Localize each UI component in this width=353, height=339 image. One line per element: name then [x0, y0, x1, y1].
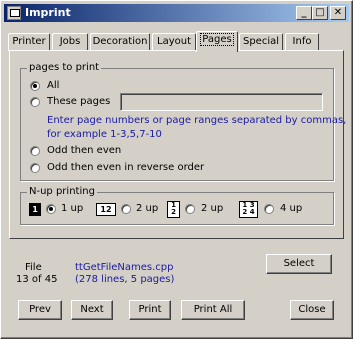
label-these-pages: These pages — [47, 96, 111, 107]
label-2-up-horizontal: 2 up — [136, 203, 159, 214]
maximize-button[interactable]: □ — [312, 6, 328, 20]
label-4-up: 4 up — [280, 203, 303, 214]
file-name: ttGetFileNames.cpp — [75, 262, 174, 273]
tab-decoration[interactable]: Decoration — [90, 33, 150, 51]
tab-printer[interactable]: Printer — [8, 33, 50, 51]
label-odd-even: Odd then even — [47, 145, 122, 156]
label-2-up-vertical: 2 up — [201, 203, 224, 214]
pages-group-legend: pages to print — [27, 62, 102, 73]
tab-layout[interactable]: Layout — [152, 33, 196, 51]
minimize-button[interactable]: _ — [296, 6, 312, 20]
hint-text-line1: Enter page numbers or page ranges separa… — [47, 115, 347, 126]
next-button[interactable]: Next — [71, 300, 113, 320]
these-pages-input[interactable] — [120, 93, 323, 111]
tab-special[interactable]: Special — [239, 33, 283, 51]
radio-2-up-vertical[interactable] — [185, 204, 195, 214]
file-label: File — [25, 262, 42, 273]
tab-info[interactable]: Info — [285, 33, 319, 51]
four-up-icon: 1 3 2 4 — [239, 201, 258, 218]
label-odd-even-reverse: Odd then even in reverse order — [47, 162, 205, 173]
app-icon — [7, 6, 21, 20]
title-bar[interactable]: Imprint _ □ ✕ — [4, 4, 349, 22]
close-button[interactable]: Close — [290, 300, 334, 320]
window-title: Imprint — [25, 6, 71, 19]
radio-4-up[interactable] — [264, 204, 274, 214]
radio-odd-even-reverse[interactable] — [30, 163, 40, 173]
file-count: 13 of 45 — [16, 274, 58, 285]
two-up-horizontal-icon: 12 — [96, 203, 116, 216]
print-all-button[interactable]: Print All — [181, 300, 245, 320]
radio-odd-even[interactable] — [30, 146, 40, 156]
print-button[interactable]: Print — [129, 300, 171, 320]
imprint-window: Imprint _ □ ✕ Printer Jobs Decoration La… — [0, 0, 353, 339]
one-up-icon: 1 — [29, 203, 41, 216]
label-1-up: 1 up — [61, 203, 84, 214]
radio-2-up-horizontal[interactable] — [121, 204, 131, 214]
radio-1-up[interactable] — [46, 204, 56, 214]
radio-all[interactable] — [30, 81, 40, 91]
nup-group-legend: N-up printing — [27, 186, 97, 197]
tab-jobs[interactable]: Jobs — [52, 33, 88, 51]
label-all: All — [47, 80, 60, 91]
prev-button[interactable]: Prev — [18, 300, 62, 320]
tab-pages[interactable]: Pages — [196, 31, 238, 52]
two-up-vertical-icon: 1 2 — [167, 201, 180, 218]
close-window-button[interactable]: ✕ — [330, 6, 346, 20]
file-info: (278 lines, 5 pages) — [75, 274, 175, 285]
hint-text-line2: for example 1-3,5,7-10 — [47, 129, 162, 140]
select-button[interactable]: Select — [266, 254, 332, 274]
radio-these-pages[interactable] — [30, 97, 40, 107]
